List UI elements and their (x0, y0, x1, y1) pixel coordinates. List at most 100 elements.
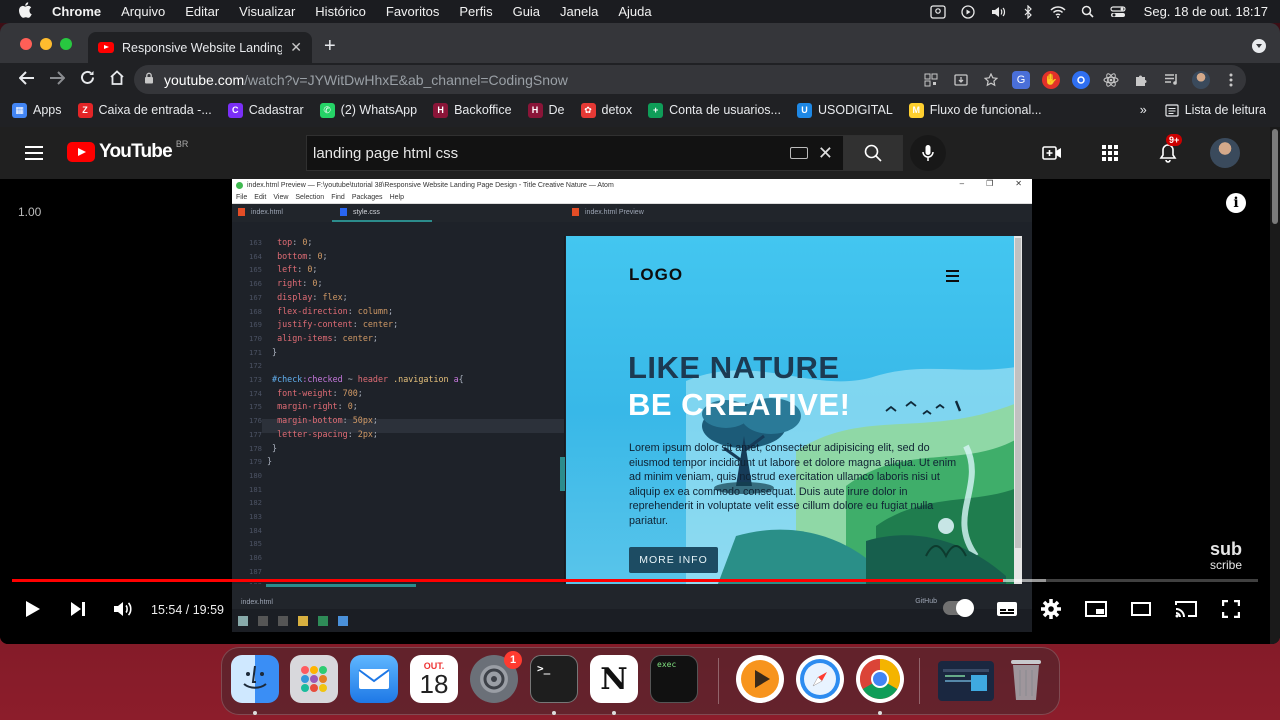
back-button[interactable] (12, 70, 42, 90)
bookmark-item[interactable]: ▦ Apps (12, 102, 62, 118)
youtube-search-button[interactable] (843, 135, 903, 171)
reload-button[interactable] (72, 70, 102, 90)
terminal-icon[interactable]: >_ (530, 655, 578, 703)
youtube-search-input[interactable]: landing page html css (313, 145, 790, 162)
extensions-puzzle-icon[interactable] (1132, 71, 1150, 89)
reading-list-button[interactable]: Lista de leitura (1165, 103, 1266, 117)
finder-icon[interactable] (231, 655, 279, 703)
minimized-window-thumbnail[interactable] (938, 661, 994, 701)
calendar-icon[interactable]: OUT. 18 (410, 655, 458, 703)
subtitles-button[interactable] (992, 594, 1022, 624)
minimize-window-button[interactable] (40, 38, 52, 50)
youtube-logo[interactable]: YouTube BR (67, 139, 188, 163)
photo-booth-icon[interactable] (930, 4, 946, 19)
bookmark-item[interactable]: Z Caixa de entrada -... (77, 102, 212, 118)
exec-terminal-icon[interactable]: exec (650, 655, 698, 703)
menu-perfis[interactable]: Perfis (459, 4, 492, 19)
miniplayer-button[interactable] (1081, 594, 1111, 624)
clear-search-icon[interactable]: ✕ (818, 143, 833, 164)
video-info-icon[interactable]: i (1226, 193, 1246, 213)
bookmark-item[interactable]: ✆ (2) WhatsApp (319, 102, 417, 118)
bookmark-item[interactable]: M Fluxo de funcional... (908, 102, 1042, 118)
media-control-icon[interactable] (1162, 71, 1180, 89)
menu-historico[interactable]: Histórico (315, 4, 366, 19)
menubar-clock[interactable]: Seg. 18 de out. 18:17 (1144, 4, 1268, 19)
home-button[interactable] (102, 69, 132, 90)
play-circle-icon[interactable] (960, 4, 976, 19)
notifications-bell-icon[interactable]: 9+ (1152, 134, 1184, 169)
tab-search-icon[interactable] (1252, 39, 1266, 53)
account-avatar[interactable] (1210, 138, 1240, 168)
bookmark-star-icon[interactable] (982, 71, 1000, 89)
video-player[interactable]: 1.00 i index.html Preview — F:\youtube\t… (0, 179, 1270, 644)
settings-button[interactable] (1036, 594, 1066, 624)
fullscreen-window-button[interactable] (60, 38, 72, 50)
youtube-apps-icon[interactable] (1094, 137, 1126, 169)
page-scrollbar-thumb[interactable] (1272, 129, 1278, 224)
wifi-icon[interactable] (1050, 5, 1066, 19)
bluetooth-icon[interactable] (1020, 4, 1036, 19)
trash-icon[interactable] (1002, 655, 1050, 703)
address-url[interactable]: youtube.com/watch?v=JYWitDwHhxE&ab_chann… (164, 72, 568, 88)
lock-icon[interactable] (144, 72, 164, 87)
fullscreen-button[interactable] (1216, 594, 1246, 624)
screen-keyboard-icon[interactable] (789, 147, 808, 159)
bookmark-item[interactable]: C Cadastrar (227, 102, 304, 118)
youtube-guide-menu-icon[interactable] (25, 146, 43, 164)
menu-guia[interactable]: Guia (513, 4, 540, 19)
volume-icon[interactable] (990, 5, 1006, 19)
menu-arquivo[interactable]: Arquivo (121, 4, 165, 19)
new-tab-button[interactable]: + (324, 36, 336, 56)
create-video-icon[interactable] (1036, 137, 1068, 169)
react-devtools-icon[interactable] (1102, 71, 1120, 89)
extension-red-hand-icon[interactable]: ✋ (1042, 70, 1060, 89)
chrome-menu-icon[interactable] (1222, 71, 1240, 89)
cast-button[interactable] (1171, 594, 1201, 624)
bookmarks-overflow-button[interactable]: » (1140, 103, 1147, 117)
infuse-player-icon[interactable] (736, 655, 784, 703)
line-number: 182 (249, 498, 262, 508)
voice-search-button[interactable] (910, 135, 946, 171)
line-number: 180 (249, 470, 262, 480)
page-scrollbar[interactable] (1270, 127, 1280, 644)
apple-menu-icon[interactable] (18, 2, 36, 21)
bookmark-item[interactable]: H De (527, 102, 565, 118)
bookmark-item[interactable]: ✿ detox (580, 102, 632, 118)
extension-blue-circle-icon[interactable] (1072, 70, 1090, 89)
system-preferences-icon[interactable]: 1 (470, 651, 522, 703)
menu-janela[interactable]: Janela (560, 4, 598, 19)
spotlight-search-icon[interactable] (1080, 5, 1096, 19)
video-progress-bar[interactable] (12, 579, 1258, 582)
install-app-icon[interactable] (952, 71, 970, 89)
close-window-button[interactable] (20, 38, 32, 50)
mail-icon[interactable] (350, 655, 398, 703)
menu-app-name[interactable]: Chrome (52, 4, 101, 19)
safari-icon[interactable] (796, 655, 844, 703)
menu-ajuda[interactable]: Ajuda (618, 4, 651, 19)
control-center-icon[interactable] (1110, 5, 1126, 19)
bookmark-item[interactable]: U USODIGITAL (796, 102, 893, 118)
subscribe-watermark[interactable]: sub scribe (1210, 540, 1242, 573)
bookmark-item[interactable]: + Conta de usuarios... (648, 102, 781, 118)
forward-button[interactable] (42, 70, 72, 90)
launchpad-icon[interactable] (290, 655, 338, 703)
theater-mode-button[interactable] (1126, 594, 1156, 624)
played-segment (12, 579, 1004, 582)
menu-visualizar[interactable]: Visualizar (239, 4, 295, 19)
tab-youtube[interactable]: Responsive Website Landing P ✕ (88, 32, 312, 63)
notion-icon[interactable]: N (590, 655, 638, 703)
bookmark-item[interactable]: H Backoffice (433, 102, 512, 118)
menu-editar[interactable]: Editar (185, 4, 219, 19)
address-bar[interactable]: youtube.com/watch?v=JYWitDwHhxE&ab_chann… (134, 65, 1246, 94)
qr-code-icon[interactable] (922, 71, 940, 89)
profile-avatar-icon[interactable] (1192, 70, 1210, 89)
menu-favoritos[interactable]: Favoritos (386, 4, 439, 19)
autoplay-toggle[interactable] (943, 599, 974, 617)
next-video-button[interactable] (63, 594, 93, 624)
youtube-search-box[interactable]: landing page html css ✕ (306, 135, 844, 171)
mute-button[interactable] (108, 594, 138, 624)
google-chrome-icon[interactable] (856, 655, 904, 703)
google-translate-icon[interactable]: G (1012, 70, 1030, 89)
play-button[interactable] (18, 594, 48, 624)
tab-close-icon[interactable]: ✕ (290, 39, 302, 56)
